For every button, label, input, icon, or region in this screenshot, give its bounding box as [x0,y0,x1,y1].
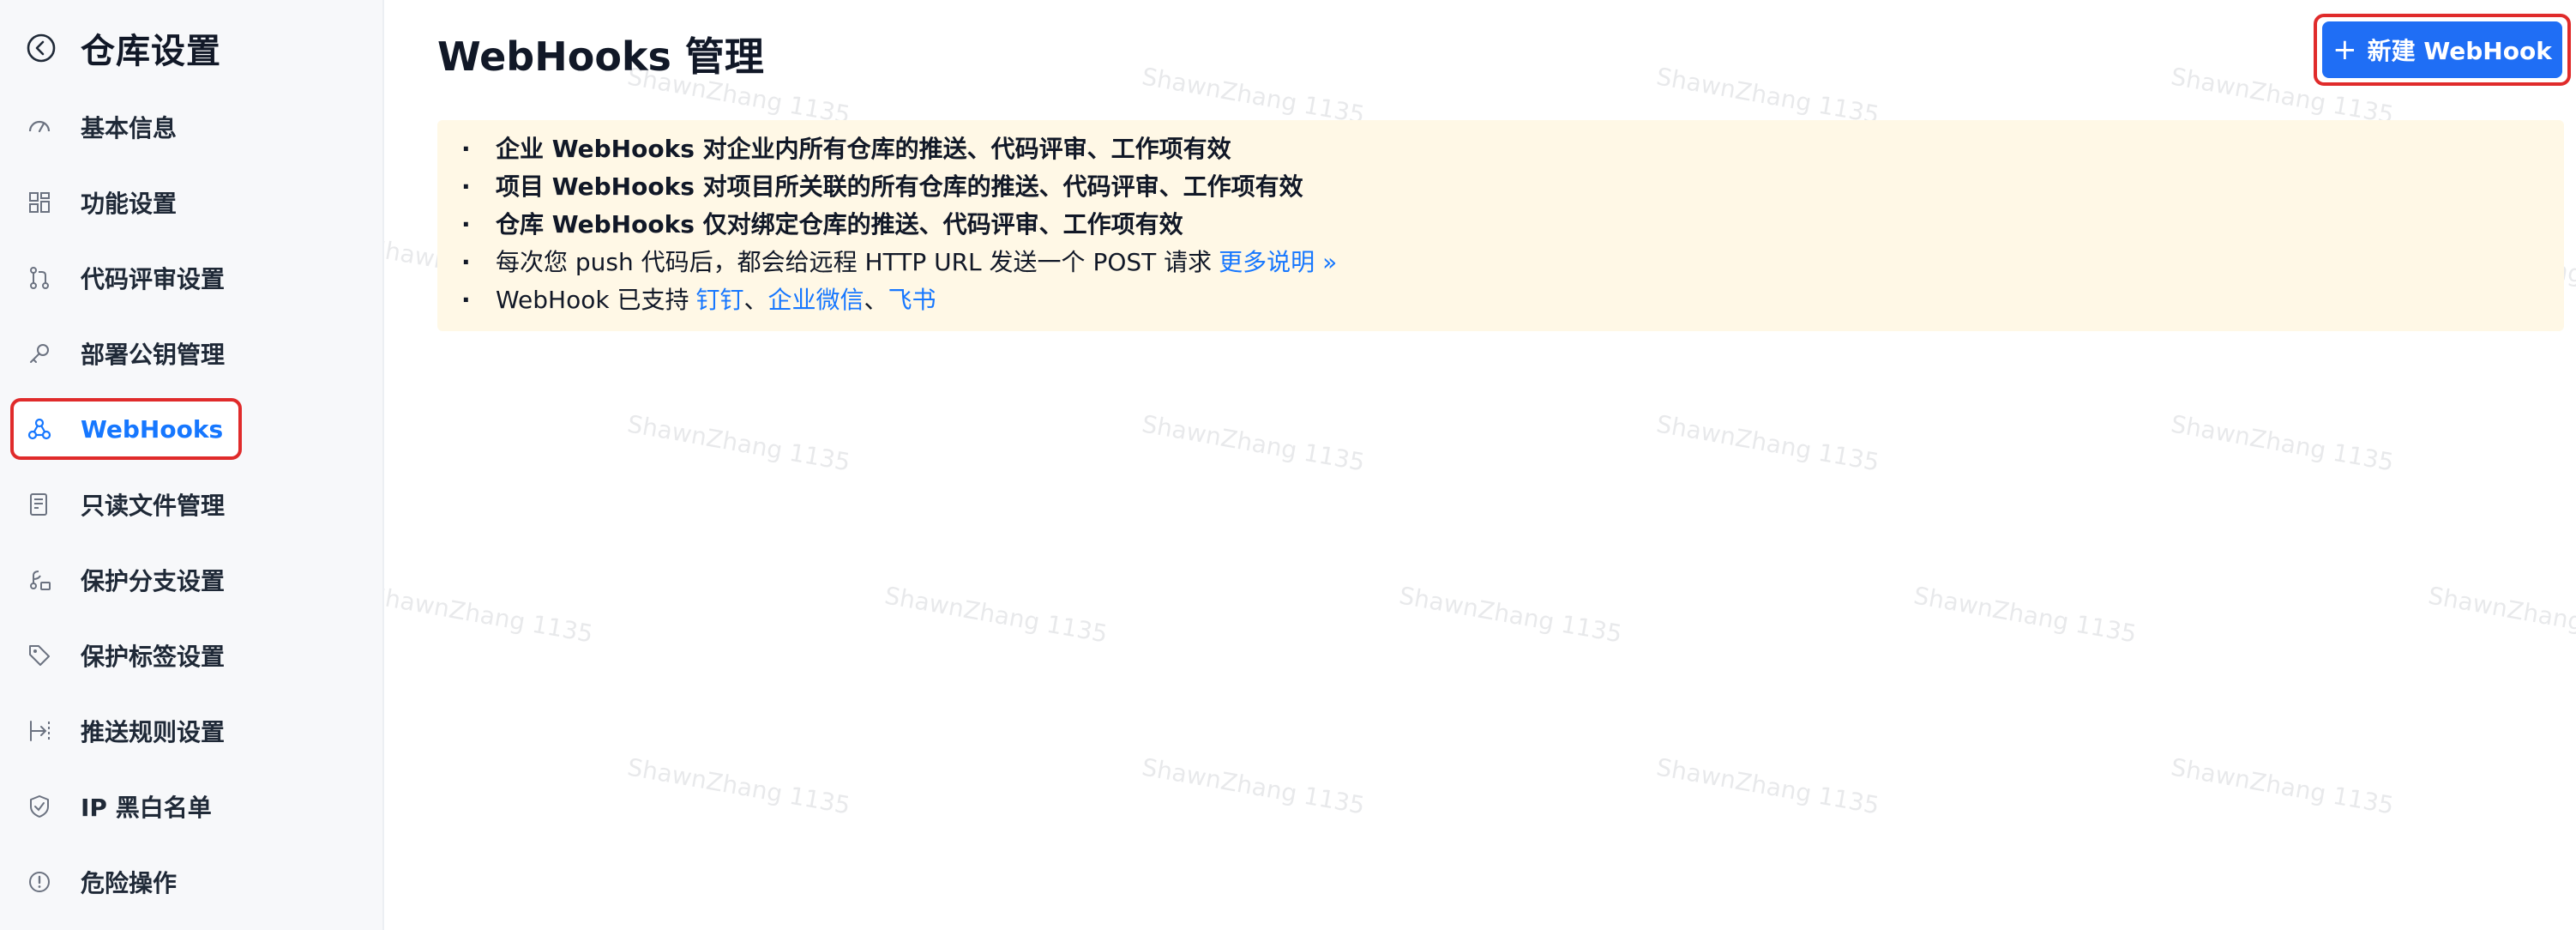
tag-icon [26,642,53,669]
sidebar-title: 仓库设置 [81,32,221,71]
notice-item-integrations: · WebHook 已支持 钉钉 、 企业微信 、 飞书 [461,281,2564,319]
sidebar-item-label: IP 黑白名单 [81,794,212,822]
notice-item-repo: · 仓库 WebHooks 仅对绑定仓库的推送、代码评审、工作项有效 [461,206,2564,244]
sidebar-item-label: 保护分支设置 [81,567,226,595]
page-title: WebHooks 管理 [437,33,764,80]
merge-request-icon [26,264,53,292]
sidebar-item-label: 推送规则设置 [81,718,226,746]
sidebar-item-label: 基本信息 [81,114,178,142]
new-webhook-highlight: + 新建 WebHook [2314,14,2571,86]
bullet: · [461,286,471,314]
sidebar-item-protected-tags[interactable]: 保护标签设置 [10,625,242,686]
wecom-link[interactable]: 企业微信 [768,281,864,319]
notice-text: 每次您 push 代码后，都会给远程 HTTP URL 发送一个 POST 请求 [496,248,1213,276]
file-list-icon [26,491,53,518]
notice-text: WebHook 已支持 [496,286,689,314]
push-rule-icon [26,717,53,745]
sidebar-item-label: 危险操作 [81,869,178,897]
notice-text: 项目 WebHooks 对项目所关联的所有仓库的推送、代码评审、工作项有效 [496,172,1303,201]
main-content: WebHooks 管理 + 新建 WebHook · 企业 WebHooks 对… [384,0,2576,930]
bullet: · [461,248,471,276]
notice-list: · 企业 WebHooks 对企业内所有仓库的推送、代码评审、工作项有效 · 项… [461,130,2564,319]
sidebar-header: 仓库设置 [24,22,221,74]
sidebar-item-deploy-keys[interactable]: 部署公钥管理 [10,323,242,384]
webhook-icon [26,415,53,443]
settings-nav: 基本信息 功能设置 代码评审设置 部署公钥管理 WebHooks 只读文件管理 … [10,96,370,927]
sidebar-item-protected-branches[interactable]: 保护分支设置 [10,549,242,611]
key-icon [26,340,53,367]
sidebar-item-basic-info[interactable]: 基本信息 [10,96,242,158]
notice-text: 仓库 WebHooks 仅对绑定仓库的推送、代码评审、工作项有效 [496,210,1183,239]
sidebar-item-label: 保护标签设置 [81,643,226,671]
sidebar-item-label: 只读文件管理 [81,492,226,520]
notice-item-enterprise: · 企业 WebHooks 对企业内所有仓库的推送、代码评审、工作项有效 [461,130,2564,168]
protected-branch-icon [26,566,53,594]
new-webhook-button[interactable]: + 新建 WebHook [2322,21,2562,78]
sidebar-item-readonly-files[interactable]: 只读文件管理 [10,474,242,535]
new-webhook-label: 新建 WebHook [2367,37,2552,65]
notice-item-project: · 项目 WebHooks 对项目所关联的所有仓库的推送、代码评审、工作项有效 [461,168,2564,206]
more-info-link[interactable]: 更多说明 » [1219,244,1337,281]
sidebar-item-ip-list[interactable]: IP 黑白名单 [10,776,242,837]
sidebar-item-danger-zone[interactable]: 危险操作 [10,851,242,913]
sidebar-item-code-review[interactable]: 代码评审设置 [10,247,242,309]
sidebar-item-push-rules[interactable]: 推送规则设置 [10,700,242,762]
grid-icon [26,189,53,216]
sidebar-item-label: 部署公钥管理 [81,341,226,369]
notice-text: 企业 WebHooks 对企业内所有仓库的推送、代码评审、工作项有效 [496,135,1231,163]
separator: 、 [864,286,888,314]
plus-icon: + [2332,33,2357,67]
dingtalk-link[interactable]: 钉钉 [695,281,743,319]
settings-sidebar: 仓库设置 基本信息 功能设置 代码评审设置 部署公钥管理 WebHooks 只读… [0,0,384,930]
speedometer-icon [26,113,53,141]
bullet: · [461,135,471,163]
feishu-link[interactable]: 飞书 [888,281,936,319]
sidebar-item-label: 代码评审设置 [81,265,226,293]
bullet: · [461,210,471,239]
bullet: · [461,172,471,201]
shield-check-icon [26,793,53,820]
sidebar-item-webhooks[interactable]: WebHooks [10,398,242,460]
sidebar-item-features[interactable]: 功能设置 [10,172,242,233]
separator: 、 [743,286,768,314]
notice-item-push: · 每次您 push 代码后，都会给远程 HTTP URL 发送一个 POST … [461,244,2564,281]
info-notice: · 企业 WebHooks 对企业内所有仓库的推送、代码评审、工作项有效 · 项… [437,120,2564,331]
alert-circle-icon [26,868,53,896]
sidebar-item-label: WebHooks [81,414,224,444]
sidebar-item-label: 功能设置 [81,190,178,218]
back-arrow-icon[interactable] [24,31,58,65]
